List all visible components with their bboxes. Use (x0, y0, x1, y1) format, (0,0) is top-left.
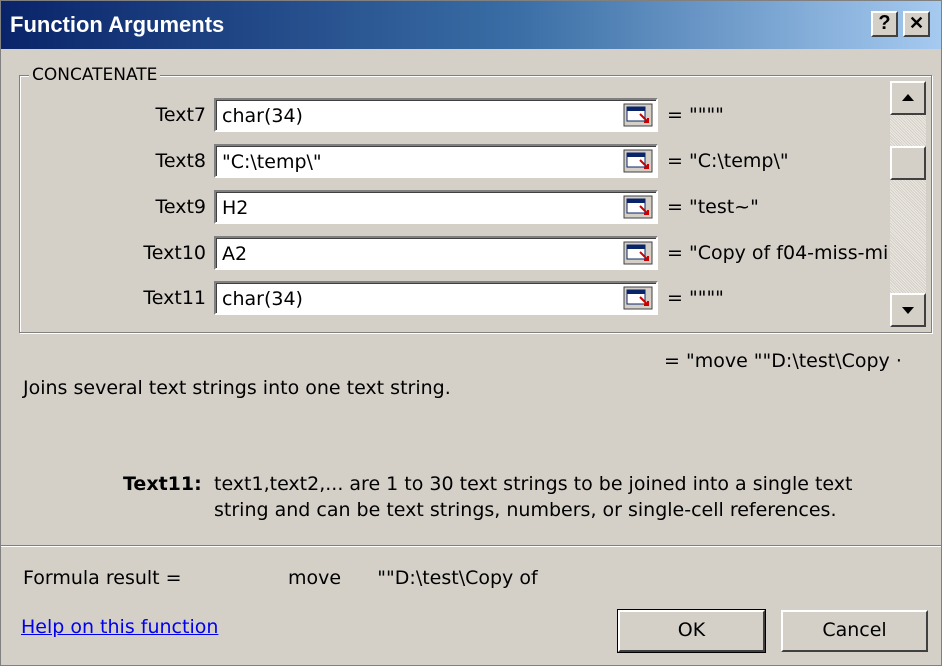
argument-input-value: A2 (222, 243, 248, 265)
argument-evaluated-value: = "Copy of f04-miss-mi (667, 242, 887, 264)
argument-evaluated-value: = "test~" (667, 196, 759, 218)
help-button[interactable]: ? (871, 11, 898, 37)
function-arguments-dialog: Function Arguments ? ✕ CONCATENATE Text7… (0, 0, 942, 666)
argument-help-name: Text11: (123, 473, 202, 495)
argument-row-text7: Text7 char(34) = """" (1, 98, 942, 132)
argument-evaluated-value: = """" (667, 287, 724, 309)
arrow-down-icon (902, 307, 914, 314)
argument-input-text9[interactable]: H2 (214, 190, 658, 224)
formula-result-value: move ""D:\test\Copy of (288, 567, 538, 589)
title-bar[interactable]: Function Arguments ? ✕ (1, 1, 941, 49)
argument-evaluated-value: = "C:\temp\" (667, 150, 789, 172)
argument-label: Text9 (155, 196, 206, 218)
divider (1, 545, 941, 547)
argument-label: Text7 (155, 104, 206, 126)
arrow-up-icon (902, 94, 914, 101)
collapse-dialog-icon[interactable] (623, 241, 653, 265)
ok-button[interactable]: OK (617, 609, 766, 653)
argument-input-value: H2 (222, 197, 249, 219)
collapse-dialog-icon[interactable] (623, 195, 653, 219)
function-name-label: CONCATENATE (29, 65, 161, 85)
argument-row-text10: Text10 A2 = "Copy of f04-miss-mi (1, 236, 942, 270)
argument-input-text8[interactable]: "C:\temp\" (214, 144, 658, 178)
close-button[interactable]: ✕ (903, 11, 930, 37)
argument-label: Text8 (155, 150, 206, 172)
argument-help-line-2: string and can be text strings, numbers,… (214, 499, 837, 521)
argument-label: Text10 (143, 242, 206, 264)
argument-row-text9: Text9 H2 = "test~" (1, 190, 942, 224)
argument-evaluated-value: = """" (667, 104, 724, 126)
dialog-title: Function Arguments (10, 12, 225, 37)
scroll-down-button[interactable] (890, 293, 926, 327)
formula-result-label: Formula result = (23, 567, 182, 589)
arguments-scrollbar[interactable] (890, 81, 926, 327)
argument-help-line-1: text1,text2,... are 1 to 30 text strings… (214, 473, 853, 495)
argument-input-text7[interactable]: char(34) (214, 98, 658, 132)
scroll-up-button[interactable] (890, 81, 926, 115)
argument-input-value: char(34) (222, 105, 303, 127)
argument-row-text11: Text11 char(34) = """" (1, 281, 942, 315)
function-result-preview: = "move ""D:\test\Copy · (664, 350, 902, 372)
scrollbar-thumb[interactable] (890, 146, 926, 180)
help-on-function-link[interactable]: Help on this function (21, 616, 218, 638)
collapse-dialog-icon[interactable] (623, 286, 653, 310)
argument-label: Text11 (143, 287, 206, 309)
argument-input-text11[interactable]: char(34) (214, 281, 658, 315)
function-description: Joins several text strings into one text… (23, 377, 451, 399)
argument-input-text10[interactable]: A2 (214, 236, 658, 270)
argument-input-value: char(34) (222, 288, 303, 310)
collapse-dialog-icon[interactable] (623, 103, 653, 127)
argument-input-value: "C:\temp\" (222, 151, 322, 173)
argument-row-text8: Text8 "C:\temp\" = "C:\temp\" (1, 144, 942, 178)
collapse-dialog-icon[interactable] (623, 149, 653, 173)
cancel-button[interactable]: Cancel (781, 610, 928, 652)
